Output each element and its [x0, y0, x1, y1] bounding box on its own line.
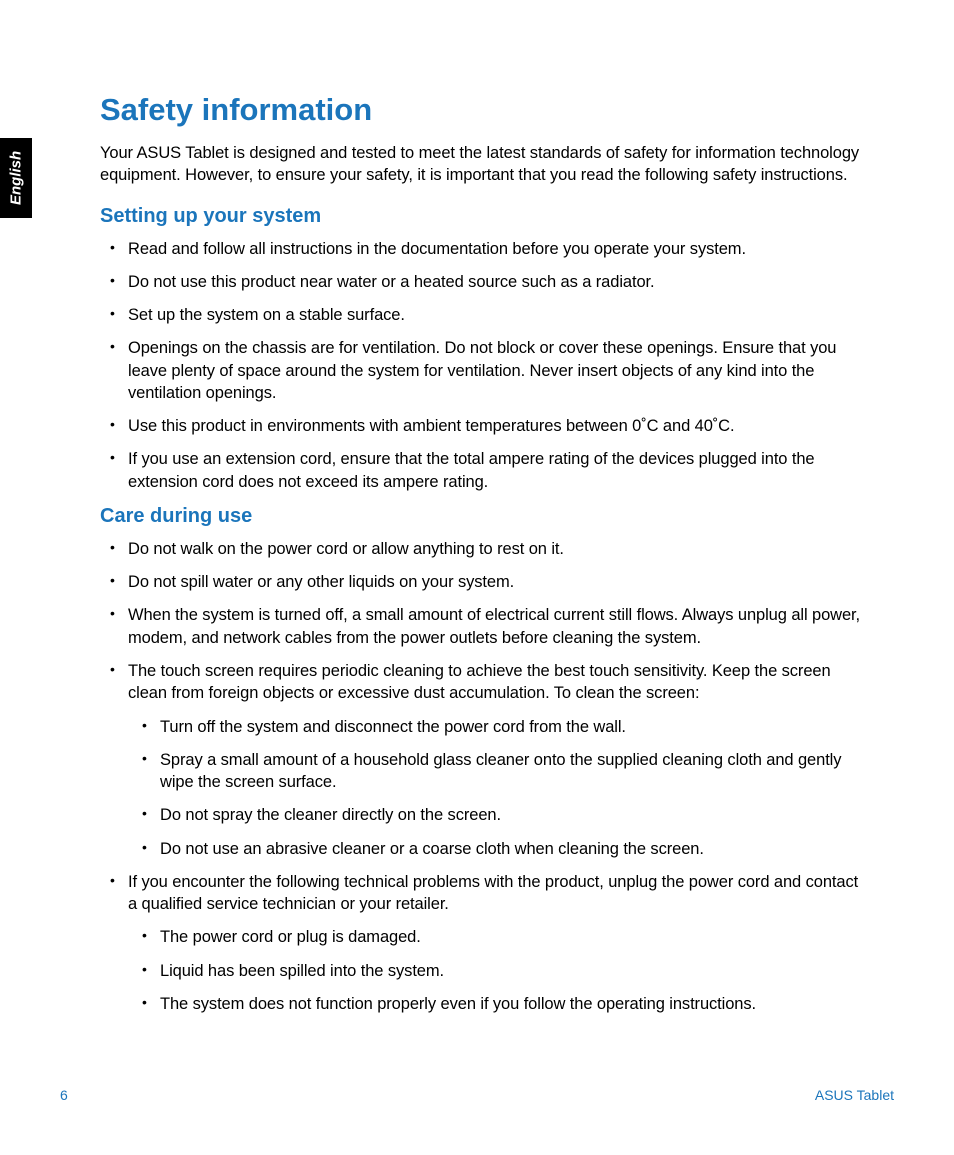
- list-item: Openings on the chassis are for ventilat…: [100, 337, 870, 404]
- page-footer: 6 ASUS Tablet: [60, 1087, 894, 1103]
- intro-paragraph: Your ASUS Tablet is designed and tested …: [100, 142, 870, 187]
- list-item: If you use an extension cord, ensure tha…: [100, 448, 870, 493]
- list-item: Spray a small amount of a household glas…: [128, 749, 870, 794]
- list-item: The power cord or plug is damaged.: [128, 926, 870, 948]
- page-content: Safety information Your ASUS Tablet is d…: [100, 92, 870, 1027]
- section-heading-care: Care during use: [100, 505, 870, 528]
- list-item: Set up the system on a stable surface.: [100, 304, 870, 326]
- doc-title: ASUS Tablet: [815, 1087, 894, 1103]
- list-item: Do not use an abrasive cleaner or a coar…: [128, 838, 870, 860]
- page-number: 6: [60, 1087, 68, 1103]
- language-tab: English: [0, 138, 32, 218]
- list-item: Turn off the system and disconnect the p…: [128, 716, 870, 738]
- sub-list: Turn off the system and disconnect the p…: [128, 716, 870, 860]
- sub-list: The power cord or plug is damaged. Liquid…: [128, 926, 870, 1015]
- page-title: Safety information: [100, 92, 870, 128]
- list-item: Read and follow all instructions in the …: [100, 238, 870, 260]
- section-heading-setup: Setting up your system: [100, 205, 870, 228]
- list-item: The system does not function properly ev…: [128, 993, 870, 1015]
- list-item: When the system is turned off, a small a…: [100, 604, 870, 649]
- list-item: Do not spray the cleaner directly on the…: [128, 804, 870, 826]
- list-item: Liquid has been spilled into the system.: [128, 960, 870, 982]
- list-item: Do not walk on the power cord or allow a…: [100, 538, 870, 560]
- list-item: Do not use this product near water or a …: [100, 271, 870, 293]
- list-item: Do not spill water or any other liquids …: [100, 571, 870, 593]
- setup-list: Read and follow all instructions in the …: [100, 238, 870, 493]
- list-item: Use this product in environments with am…: [100, 415, 870, 437]
- list-item: If you encounter the following technical…: [100, 871, 870, 1015]
- care-list: Do not walk on the power cord or allow a…: [100, 538, 870, 1015]
- list-item: The touch screen requires periodic clean…: [100, 660, 870, 860]
